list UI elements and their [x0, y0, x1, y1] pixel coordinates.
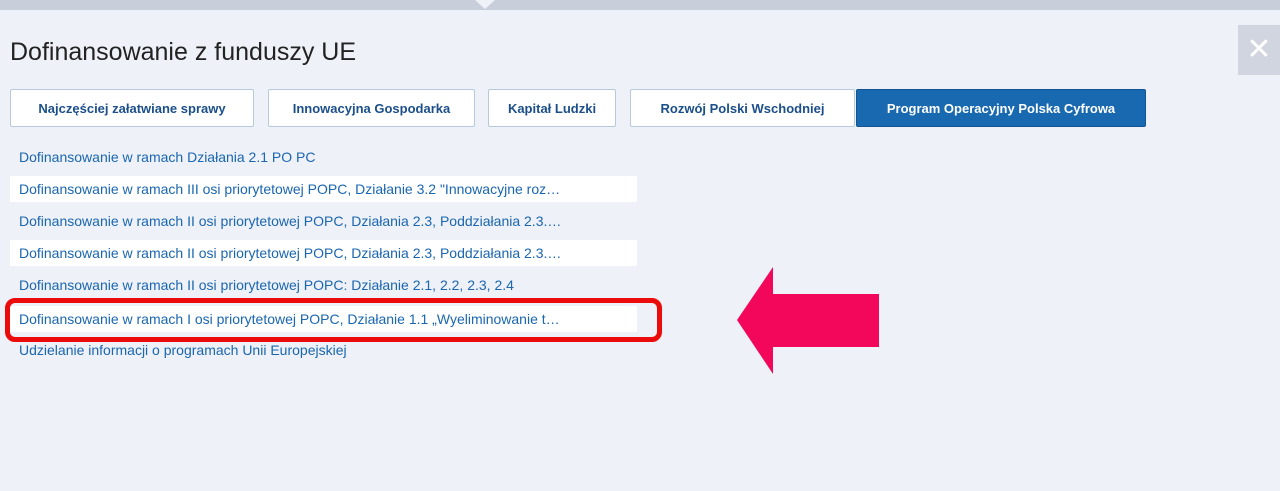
tab-program-operacyjny-polska-cyfrowa[interactable]: Program Operacyjny Polska Cyfrowa: [856, 89, 1146, 127]
close-icon: ✕: [1246, 32, 1272, 67]
close-button[interactable]: ✕: [1238, 25, 1280, 75]
list-item-link[interactable]: Dofinansowanie w ramach Działania 2.1 PO…: [10, 144, 637, 170]
tab-rozwoj-polski-wschodniej[interactable]: Rozwój Polski Wschodniej: [630, 89, 855, 127]
tab-najczesciej-zalatwiane[interactable]: Najczęściej załatwiane sprawy: [10, 89, 254, 127]
dialog-pointer-notch: [475, 0, 495, 9]
highlight-annotation-box: [5, 298, 662, 342]
top-border-bar: [0, 0, 1280, 10]
list-item-link[interactable]: Dofinansowanie w ramach II osi priorytet…: [10, 272, 637, 298]
tab-kapital-ludzki[interactable]: Kapitał Ludzki: [488, 89, 616, 127]
dialog-title: Dofinansowanie z funduszy UE: [10, 38, 357, 66]
list-item-link[interactable]: Dofinansowanie w ramach II osi priorytet…: [10, 208, 637, 234]
tab-innowacyjna-gospodarka[interactable]: Innowacyjna Gospodarka: [268, 89, 475, 127]
list-item-link[interactable]: Dofinansowanie w ramach III osi prioryte…: [10, 176, 637, 202]
pointer-arrow-icon: [737, 267, 879, 374]
list-item-link[interactable]: Dofinansowanie w ramach II osi priorytet…: [10, 240, 637, 266]
